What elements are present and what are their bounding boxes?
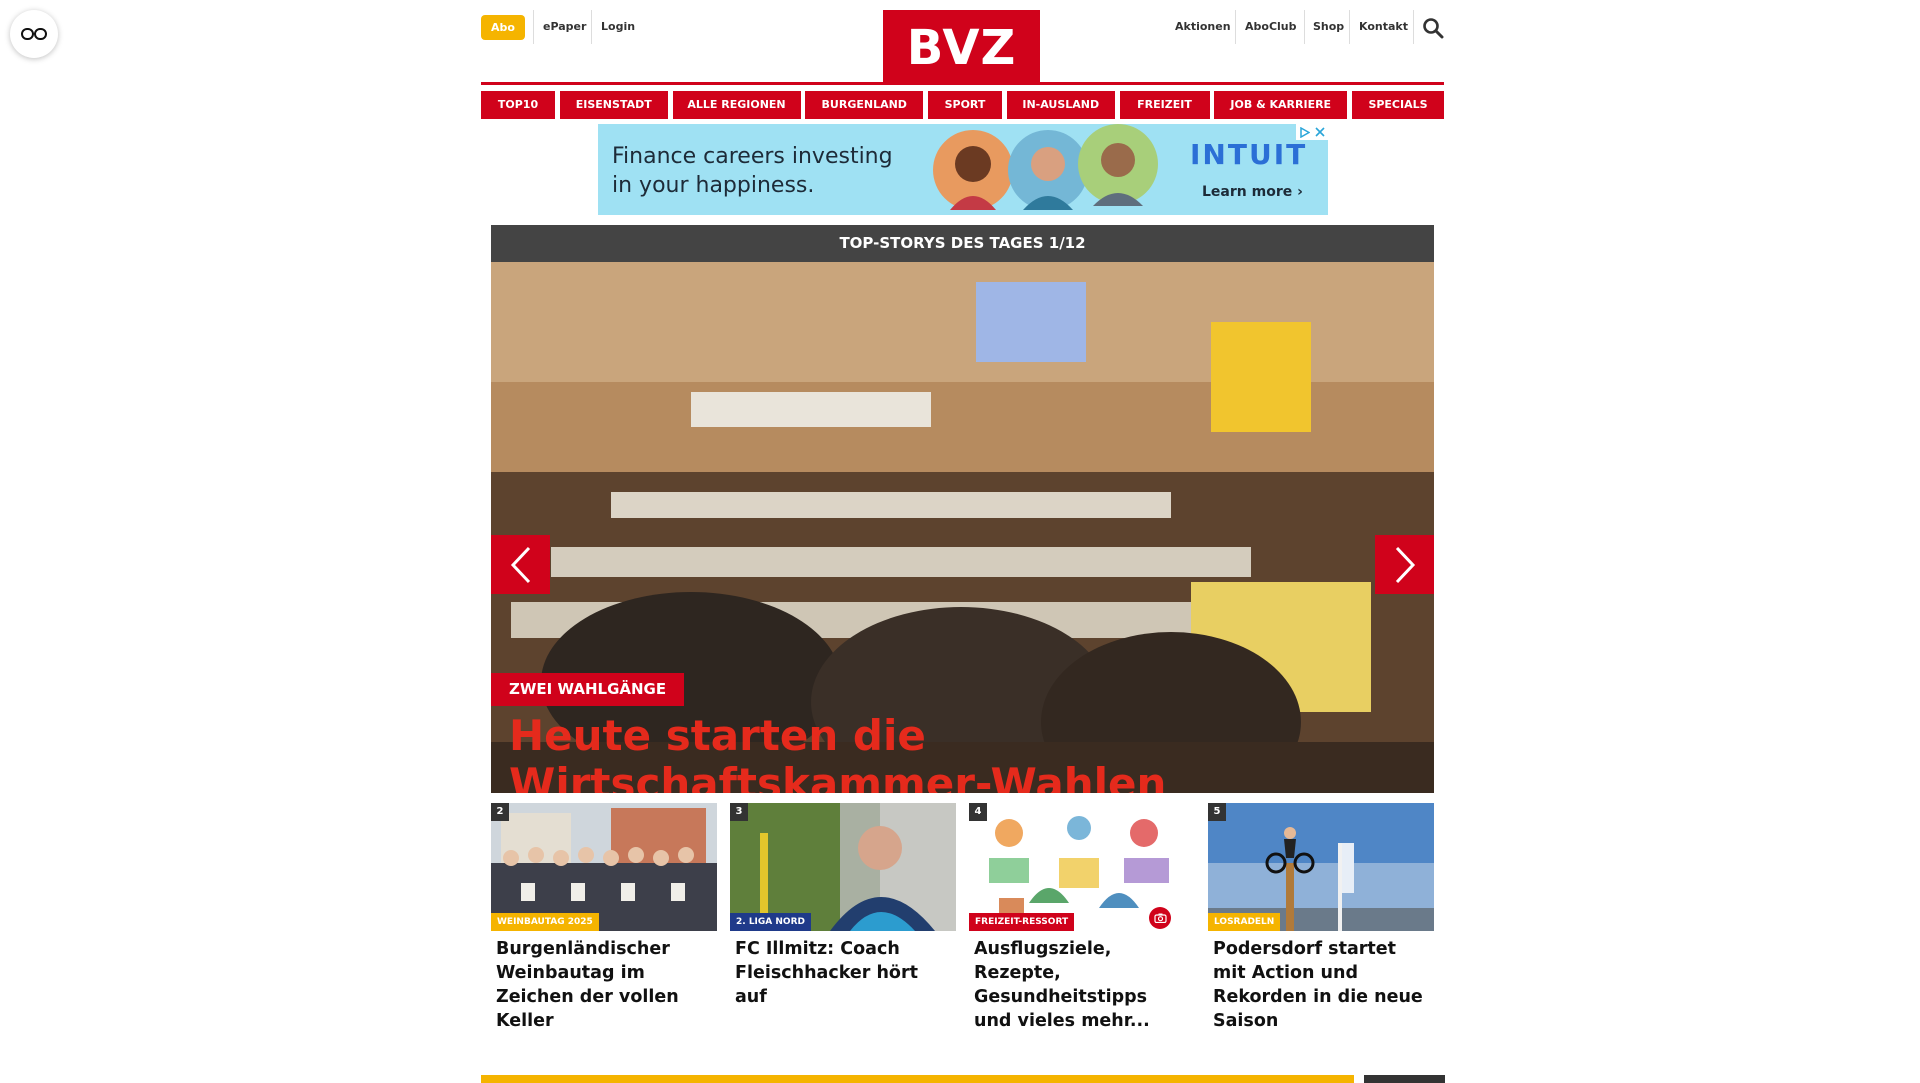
nav-item-alle-regionen[interactable]: ALLE REGIONEN [672,91,801,119]
aboclub-link[interactable]: AboClub [1245,10,1297,44]
nav-item-eisenstadt[interactable]: EISENSTADT [559,91,668,119]
story-card-tag: WEINBAUTAG 2025 [491,913,599,931]
slider-prev-button[interactable] [491,535,550,594]
aktionen-link[interactable]: Aktionen [1175,10,1231,44]
epaper-link[interactable]: ePaper [543,10,586,44]
nav-item-sport[interactable]: SPORT [928,91,1002,119]
divider [591,10,592,44]
story-card-title[interactable]: Ausflugsziele, Rezepte, Gesundheitstipps… [969,931,1195,1033]
nav-item-burgenland[interactable]: BURGENLAND [805,91,924,119]
main-nav: TOP10 EISENSTADT ALLE REGIONEN BURGENLAN… [481,91,1444,119]
divider [1349,10,1350,44]
divider [1235,10,1236,44]
top-bar: Abo ePaper Login BVZ Aktionen AboClub Sh… [481,10,1444,84]
bvz-logo[interactable]: BVZ [883,10,1040,82]
story-card-title[interactable]: FC Illmitz: Coach Fleischhacker hört auf [730,931,956,1009]
ad-banner[interactable]: Finance careers investing in your happin… [598,124,1328,215]
ad-line-2: in your happiness. [612,173,815,198]
bike-stunt-photo [1208,803,1434,931]
story-card-image: 5 LOSRADELN [1208,803,1434,931]
story-card-tag: FREIZEIT-RESSORT [969,913,1075,931]
top-stories-slider: TOP-STORYS DES TAGES 1/12 ZWEI WAHLGÄNGE… [491,225,1434,793]
divider [1413,10,1414,44]
story-card[interactable]: 4 FREIZEIT-RESSORT Ausflugsziele, Rezept… [969,803,1195,1033]
close-icon[interactable] [1315,127,1325,137]
shop-link[interactable]: Shop [1313,10,1344,44]
header-divider [481,82,1444,85]
story-card[interactable]: 5 LOSRADELN Podersdorf startet mit Actio… [1208,803,1434,1033]
nav-item-freizeit[interactable]: FREIZEIT [1119,91,1210,119]
story-kicker: ZWEI WAHLGÄNGE [491,673,685,706]
ad-learn-more[interactable]: Learn more › [1202,184,1312,200]
slider-title: TOP-STORYS DES TAGES 1/12 [491,225,1434,262]
kontakt-link[interactable]: Kontakt [1359,10,1408,44]
nav-item-top10[interactable]: TOP10 [481,91,555,119]
section-bar [481,1075,1354,1083]
ad-controls [1296,124,1328,140]
nav-item-job-karriere[interactable]: JOB & KARRIERE [1214,91,1348,119]
story-card[interactable]: 2 WEINBAUTAG 2025 Burgenländischer Weinb… [491,803,717,1033]
divider [1304,10,1305,44]
divider [533,10,534,44]
story-headline[interactable]: Heute starten die Wirtschaftskammer-Wahl… [509,712,1389,794]
story-card-tag: 2. LIGA NORD [730,913,811,931]
slider-main-story[interactable]: ZWEI WAHLGÄNGE Heute starten die Wirtsch… [491,262,1434,793]
search-icon[interactable] [1422,17,1444,39]
story-card-image: 3 2. LIGA NORD [730,803,956,931]
section-bar-dark [1364,1075,1445,1083]
story-card-title[interactable]: Podersdorf startet mit Action und Rekord… [1208,931,1434,1033]
slider-next-button[interactable] [1375,535,1434,594]
story-card-number: 4 [969,803,987,821]
story-card-image: 2 WEINBAUTAG 2025 [491,803,717,931]
nav-item-specials[interactable]: SPECIALS [1352,91,1444,119]
ad-brand-logo: INTUIT [1190,138,1308,171]
story-card-title[interactable]: Burgenländischer Weinbautag im Zeichen d… [491,931,717,1033]
winemakers-photo [491,803,717,931]
camera-icon [1153,913,1167,923]
story-card-image: 4 FREIZEIT-RESSORT [969,803,1195,931]
reader-mode-button[interactable] [10,10,58,58]
reader-mode-icon [21,28,47,40]
ad-text: Finance careers investing in your happin… [612,142,912,200]
nav-item-in-ausland[interactable]: IN-AUSLAND [1006,91,1115,119]
ad-line-1: Finance careers investing [612,144,893,169]
abo-button[interactable]: Abo [481,15,525,40]
coach-photo [730,803,956,931]
story-cards: 2 WEINBAUTAG 2025 Burgenländischer Weinb… [491,803,1434,1033]
story-card-number: 3 [730,803,748,821]
gallery-badge [1149,907,1171,929]
chevron-left-icon [510,546,530,583]
story-card-number: 2 [491,803,509,821]
story-card[interactable]: 3 2. LIGA NORD FC Illmitz: Coach Fleisch… [730,803,956,1033]
ad-people-image [933,124,1158,210]
login-link[interactable]: Login [601,10,635,44]
chevron-right-icon [1395,546,1415,583]
story-card-tag: LOSRADELN [1208,913,1281,931]
adchoices-icon[interactable] [1299,126,1310,138]
story-card-number: 5 [1208,803,1226,821]
